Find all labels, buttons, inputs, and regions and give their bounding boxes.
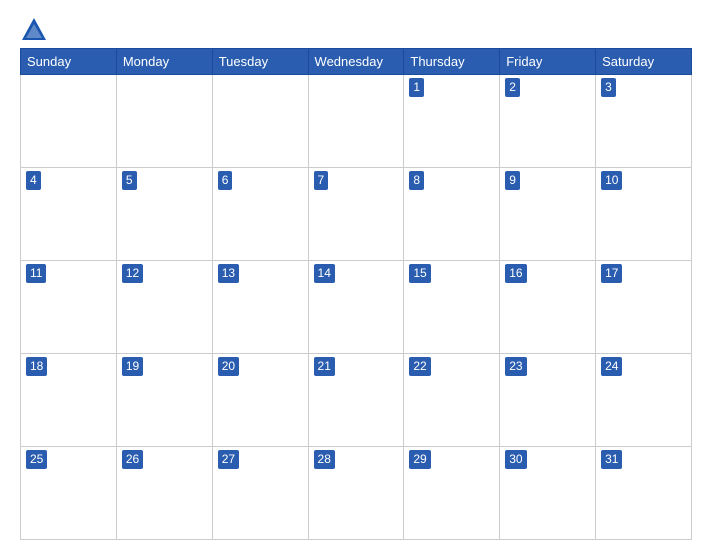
date-number: 27 bbox=[218, 450, 239, 469]
calendar-cell: 14 bbox=[308, 261, 404, 354]
day-header-sunday: Sunday bbox=[21, 49, 117, 75]
date-number: 22 bbox=[409, 357, 430, 376]
calendar-cell: 15 bbox=[404, 261, 500, 354]
calendar-cell: 17 bbox=[596, 261, 692, 354]
day-header-wednesday: Wednesday bbox=[308, 49, 404, 75]
date-number: 14 bbox=[314, 264, 335, 283]
date-number: 1 bbox=[409, 78, 424, 97]
logo bbox=[20, 16, 52, 44]
date-number: 28 bbox=[314, 450, 335, 469]
calendar-cell: 24 bbox=[596, 354, 692, 447]
date-number: 5 bbox=[122, 171, 137, 190]
calendar-cell: 22 bbox=[404, 354, 500, 447]
date-number: 24 bbox=[601, 357, 622, 376]
calendar-cell: 4 bbox=[21, 168, 117, 261]
calendar-cell: 3 bbox=[596, 75, 692, 168]
logo-icon bbox=[20, 16, 48, 44]
calendar-cell: 6 bbox=[212, 168, 308, 261]
calendar-cell: 12 bbox=[116, 261, 212, 354]
calendar-cell: 11 bbox=[21, 261, 117, 354]
date-number: 13 bbox=[218, 264, 239, 283]
calendar-cell: 7 bbox=[308, 168, 404, 261]
date-number: 30 bbox=[505, 450, 526, 469]
day-header-monday: Monday bbox=[116, 49, 212, 75]
date-number: 4 bbox=[26, 171, 41, 190]
week-row-4: 18 19 20 21 22 23 24 bbox=[21, 354, 692, 447]
calendar-cell: 8 bbox=[404, 168, 500, 261]
calendar-cell: 9 bbox=[500, 168, 596, 261]
date-number: 3 bbox=[601, 78, 616, 97]
calendar-cell: 29 bbox=[404, 447, 500, 540]
day-header-tuesday: Tuesday bbox=[212, 49, 308, 75]
calendar-cell: 27 bbox=[212, 447, 308, 540]
calendar-cell: 28 bbox=[308, 447, 404, 540]
date-number: 21 bbox=[314, 357, 335, 376]
week-row-1: 1 2 3 bbox=[21, 75, 692, 168]
week-row-3: 11 12 13 14 15 16 17 bbox=[21, 261, 692, 354]
calendar-cell: 31 bbox=[596, 447, 692, 540]
date-number: 9 bbox=[505, 171, 520, 190]
calendar-cell: 5 bbox=[116, 168, 212, 261]
calendar-cell bbox=[308, 75, 404, 168]
date-number: 29 bbox=[409, 450, 430, 469]
week-row-5: 25 26 27 28 29 30 31 bbox=[21, 447, 692, 540]
calendar-cell bbox=[212, 75, 308, 168]
date-number: 2 bbox=[505, 78, 520, 97]
calendar-cell bbox=[116, 75, 212, 168]
calendar-cell: 13 bbox=[212, 261, 308, 354]
day-header-friday: Friday bbox=[500, 49, 596, 75]
calendar-cell: 30 bbox=[500, 447, 596, 540]
calendar-cell: 23 bbox=[500, 354, 596, 447]
calendar-cell: 18 bbox=[21, 354, 117, 447]
calendar-cell: 16 bbox=[500, 261, 596, 354]
calendar-cell: 10 bbox=[596, 168, 692, 261]
date-number: 8 bbox=[409, 171, 424, 190]
week-row-2: 4 5 6 7 8 9 10 bbox=[21, 168, 692, 261]
calendar-cell: 2 bbox=[500, 75, 596, 168]
date-number: 16 bbox=[505, 264, 526, 283]
date-number: 12 bbox=[122, 264, 143, 283]
date-number: 25 bbox=[26, 450, 47, 469]
date-number: 18 bbox=[26, 357, 47, 376]
date-number: 17 bbox=[601, 264, 622, 283]
day-header-row: SundayMondayTuesdayWednesdayThursdayFrid… bbox=[21, 49, 692, 75]
date-number: 11 bbox=[26, 264, 46, 283]
date-number: 10 bbox=[601, 171, 622, 190]
day-header-thursday: Thursday bbox=[404, 49, 500, 75]
page-header bbox=[20, 10, 692, 48]
calendar-cell: 20 bbox=[212, 354, 308, 447]
calendar-cell: 1 bbox=[404, 75, 500, 168]
date-number: 31 bbox=[601, 450, 622, 469]
date-number: 23 bbox=[505, 357, 526, 376]
date-number: 6 bbox=[218, 171, 233, 190]
calendar-cell: 26 bbox=[116, 447, 212, 540]
date-number: 26 bbox=[122, 450, 143, 469]
calendar-cell bbox=[21, 75, 117, 168]
date-number: 20 bbox=[218, 357, 239, 376]
calendar-cell: 19 bbox=[116, 354, 212, 447]
date-number: 19 bbox=[122, 357, 143, 376]
date-number: 7 bbox=[314, 171, 329, 190]
day-header-saturday: Saturday bbox=[596, 49, 692, 75]
date-number: 15 bbox=[409, 264, 430, 283]
calendar-cell: 25 bbox=[21, 447, 117, 540]
calendar-table: SundayMondayTuesdayWednesdayThursdayFrid… bbox=[20, 48, 692, 540]
calendar-cell: 21 bbox=[308, 354, 404, 447]
